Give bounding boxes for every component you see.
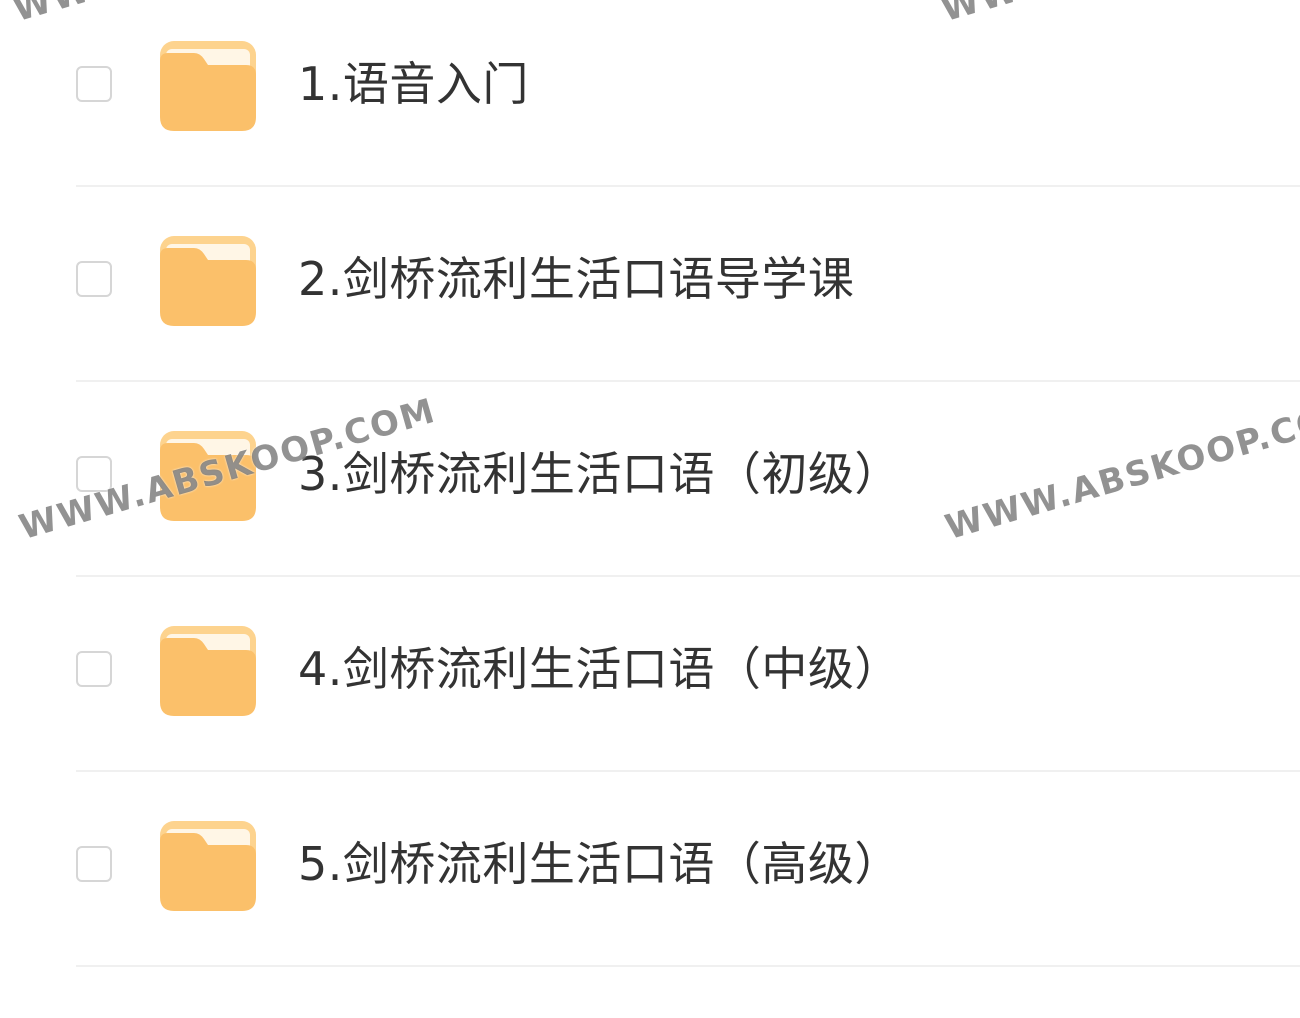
row-checkbox[interactable] <box>76 846 112 882</box>
folder-icon[interactable] <box>158 819 258 913</box>
folder-name[interactable]: 3.剑桥流利生活口语（初级） <box>298 446 901 502</box>
folder-icon[interactable] <box>158 234 258 328</box>
row-checkbox[interactable] <box>76 651 112 687</box>
file-row[interactable]: 2.剑桥流利生活口语导学课 <box>0 187 1300 382</box>
file-browser-page: 1.语音入门 2.剑桥流利生活口语导学课 3.剑桥流利生活口语（初级） 4.剑桥… <box>0 0 1300 1018</box>
folder-icon[interactable] <box>158 624 258 718</box>
file-row[interactable]: 5.剑桥流利生活口语（高级） <box>0 772 1300 967</box>
file-row[interactable]: 4.剑桥流利生活口语（中级） <box>0 577 1300 772</box>
file-row[interactable]: 1.语音入门 <box>0 0 1300 187</box>
file-row[interactable]: 3.剑桥流利生活口语（初级） <box>0 382 1300 577</box>
row-checkbox[interactable] <box>76 261 112 297</box>
row-checkbox[interactable] <box>76 66 112 102</box>
folder-name[interactable]: 5.剑桥流利生活口语（高级） <box>298 836 901 892</box>
file-list: 1.语音入门 2.剑桥流利生活口语导学课 3.剑桥流利生活口语（初级） 4.剑桥… <box>0 0 1300 967</box>
folder-name[interactable]: 4.剑桥流利生活口语（中级） <box>298 641 901 697</box>
folder-icon[interactable] <box>158 429 258 523</box>
folder-name[interactable]: 1.语音入门 <box>298 56 529 112</box>
row-checkbox[interactable] <box>76 456 112 492</box>
folder-name[interactable]: 2.剑桥流利生活口语导学课 <box>298 251 854 307</box>
folder-icon[interactable] <box>158 39 258 133</box>
row-divider <box>76 965 1300 967</box>
